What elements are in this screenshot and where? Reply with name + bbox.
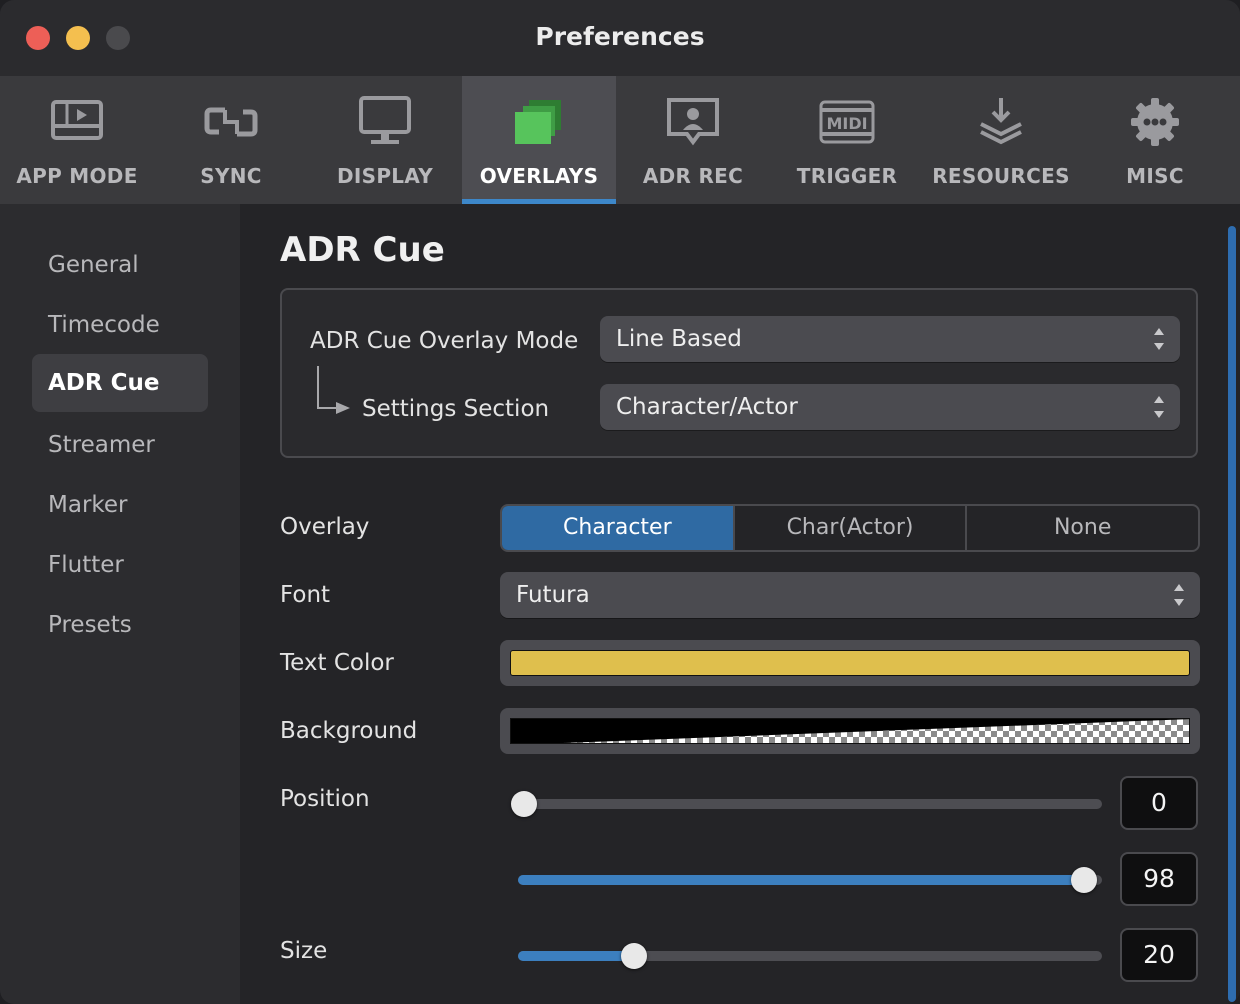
title-bar: Preferences <box>0 0 1240 77</box>
slider-fill <box>518 875 1084 885</box>
font-label: Font <box>280 582 331 608</box>
sidebar-item-general[interactable]: General <box>32 236 208 294</box>
tab-display[interactable]: DISPLAY <box>308 76 462 204</box>
overlays-icon <box>515 100 561 144</box>
tab-label: APP MODE <box>16 164 138 188</box>
overlay-segmented-control: Character Char(Actor) None <box>500 504 1200 552</box>
size-label: Size <box>280 938 328 964</box>
midi-icon: MIDI <box>819 100 875 144</box>
slider-fill <box>518 951 634 961</box>
tab-label: OVERLAYS <box>479 164 599 188</box>
sidebar-item-streamer[interactable]: Streamer <box>32 416 208 474</box>
overlay-mode-group: ADR Cue Overlay Mode Line Based Settings… <box>280 288 1198 458</box>
background-label: Background <box>280 718 418 744</box>
position-label: Position <box>280 786 370 812</box>
font-value: Futura <box>516 582 590 608</box>
stepper-arrows-icon <box>1154 396 1164 418</box>
slider-knob[interactable] <box>1071 867 1097 893</box>
sidebar-item-marker[interactable]: Marker <box>32 476 208 534</box>
settings-section-value: Character/Actor <box>616 394 798 420</box>
text-color-well[interactable] <box>500 640 1200 686</box>
overlay-option-character[interactable]: Character <box>502 506 735 550</box>
settings-section-select[interactable]: Character/Actor <box>600 384 1180 430</box>
app-mode-icon <box>51 100 103 140</box>
overlay-mode-label: ADR Cue Overlay Mode <box>310 328 579 354</box>
branch-arrow-icon <box>317 366 350 414</box>
background-color-well[interactable] <box>500 708 1200 754</box>
gear-icon <box>1131 98 1179 146</box>
resources-icon <box>980 98 1022 145</box>
preferences-toolbar: APP MODE SYNC DISPLAY OVERLAYS ADR REC M… <box>0 76 1240 204</box>
tab-app-mode[interactable]: APP MODE <box>0 76 154 204</box>
svg-text:MIDI: MIDI <box>826 114 867 133</box>
tab-trigger[interactable]: MIDI TRIGGER <box>770 76 924 204</box>
tab-label: MISC <box>1126 164 1184 188</box>
settings-section-label: Settings Section <box>362 396 550 422</box>
page-title: ADR Cue <box>280 230 445 270</box>
position-end-value[interactable]: 98 <box>1120 852 1198 906</box>
adr-rec-icon <box>667 98 719 146</box>
overlay-mode-select[interactable]: Line Based <box>600 316 1180 362</box>
tab-label: DISPLAY <box>337 164 433 188</box>
background-color-swatch <box>510 718 1190 744</box>
slider-knob[interactable] <box>511 791 537 817</box>
size-value[interactable]: 20 <box>1120 928 1198 982</box>
preferences-window: Preferences APP MODE SYNC DISPLAY OVERLA… <box>0 0 1240 1004</box>
sidebar-item-presets[interactable]: Presets <box>32 596 208 654</box>
position-start-value[interactable]: 0 <box>1120 776 1198 830</box>
stepper-arrows-icon <box>1154 328 1164 350</box>
window-title: Preferences <box>535 22 705 51</box>
tab-overlays[interactable]: OVERLAYS <box>462 76 616 204</box>
text-color-swatch <box>510 650 1190 676</box>
text-color-label: Text Color <box>280 650 394 676</box>
sidebar-item-adr-cue[interactable]: ADR Cue <box>32 354 208 412</box>
tab-label: ADR REC <box>642 164 744 188</box>
sidebar-item-timecode[interactable]: Timecode <box>32 296 208 354</box>
position-start-slider[interactable] <box>511 791 1102 817</box>
overlay-mode-value: Line Based <box>616 326 742 352</box>
stepper-arrows-icon <box>1174 584 1184 606</box>
font-select[interactable]: Futura <box>500 572 1200 618</box>
overlay-option-none[interactable]: None <box>967 506 1198 550</box>
overlay-label: Overlay <box>280 514 370 540</box>
position-end-slider[interactable] <box>518 867 1102 893</box>
sidebar: General Timecode ADR Cue Streamer Marker… <box>0 204 240 1004</box>
slider-knob[interactable] <box>621 943 647 969</box>
settings-panel: ADR Cue ADR Cue Overlay Mode Line Based … <box>240 204 1240 1004</box>
size-slider[interactable] <box>518 943 1102 969</box>
tab-sync[interactable]: SYNC <box>154 76 308 204</box>
overlay-option-char-actor[interactable]: Char(Actor) <box>735 506 968 550</box>
sync-icon <box>204 107 258 137</box>
tab-misc[interactable]: MISC <box>1078 76 1232 204</box>
tab-label: RESOURCES <box>932 164 1070 188</box>
tab-resources[interactable]: RESOURCES <box>924 76 1078 204</box>
scrollbar[interactable] <box>1228 226 1236 1002</box>
tab-label: SYNC <box>200 164 262 188</box>
tab-label: TRIGGER <box>796 164 898 188</box>
display-icon <box>359 96 411 144</box>
tab-adr-rec[interactable]: ADR REC <box>616 76 770 204</box>
sidebar-item-flutter[interactable]: Flutter <box>32 536 208 594</box>
